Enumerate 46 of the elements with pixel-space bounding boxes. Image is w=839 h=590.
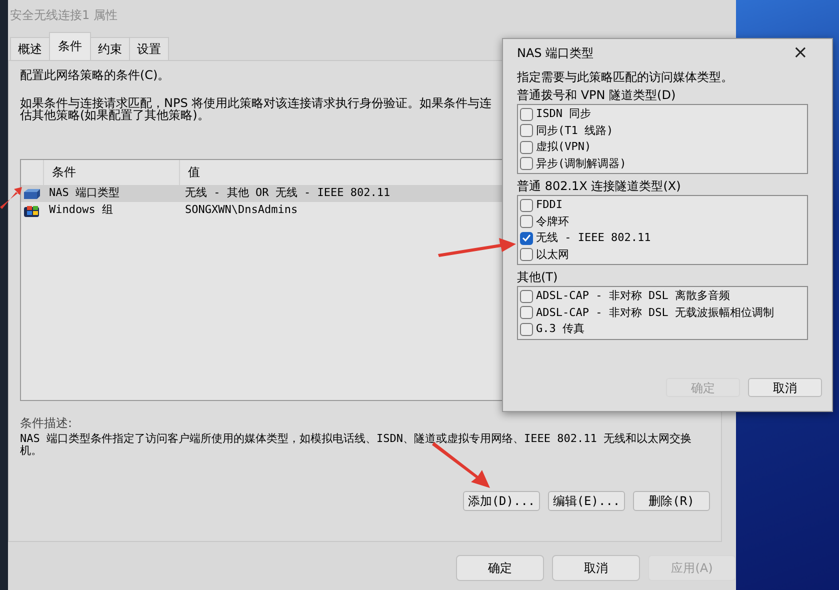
condition-button[interactable]: 删除(R) <box>633 491 710 511</box>
instruction-text: 指定需要与此策略匹配的访问媒体类型。 <box>517 71 733 83</box>
table-cell: SONGXWN\DnsAdmins <box>185 203 298 216</box>
table-cell: 无线 - 其他 OR 无线 - IEEE 802.11 <box>185 186 390 200</box>
checkbox[interactable] <box>520 157 533 170</box>
checkbox-label[interactable]: ISDN 同步 <box>536 106 592 122</box>
checkbox[interactable] <box>520 322 533 336</box>
dialog-title: NAS 端口类型 <box>517 45 594 62</box>
description-label: 条件描述: <box>20 417 72 429</box>
checkbox-label[interactable]: 以太网 <box>536 246 569 263</box>
group-label: 普通拨号和 VPN 隧道类型(D) <box>517 89 676 101</box>
window-title: 安全无线连接1 属性 <box>10 8 118 22</box>
group-label: 其他(T) <box>517 271 558 283</box>
checkbox-label[interactable]: 虚拟(VPN) <box>536 139 592 156</box>
windows-group-icon <box>23 204 41 218</box>
tab[interactable]: 条件 <box>49 32 91 60</box>
network-device-icon <box>23 188 41 200</box>
close-button[interactable]: × <box>792 44 808 62</box>
table-cell-text: NAS 端口类型 <box>48 185 120 202</box>
heading-text: 配置此网络策略的条件(C)。 <box>20 69 170 81</box>
checkbox[interactable] <box>520 140 533 154</box>
tab[interactable]: 概述 <box>10 37 50 60</box>
checkbox[interactable] <box>520 124 533 138</box>
condition-button[interactable]: 添加(D)... <box>463 491 540 511</box>
checkbox[interactable] <box>520 108 533 121</box>
checkbox[interactable] <box>520 290 533 303</box>
checkbox-label[interactable]: G.3 传真 <box>536 321 584 338</box>
tab[interactable]: 约束 <box>90 37 130 60</box>
dialog-button[interactable]: 取消 <box>748 378 822 397</box>
checkbox[interactable] <box>520 306 533 320</box>
dialog-button[interactable]: 取消 <box>552 555 640 581</box>
checkbox-label[interactable]: 同步(T1 线路) <box>536 122 614 139</box>
description-text: NAS 端口类型条件指定了访问客户端所使用的媒体类型，如模拟电话线、ISDN、隧道或虚拟专用网络、IEEE 802.11 无线和以太网交换机。 <box>20 433 692 457</box>
checkbox-label[interactable]: 无线 - IEEE 802.11 <box>536 230 651 246</box>
checkbox[interactable] <box>520 198 533 212</box>
intro-text: 如果条件与连接请求匹配，NPS 将使用此策略对该连接请求执行身份验证。如果条件与连 <box>20 97 492 109</box>
checkbox[interactable] <box>520 248 533 262</box>
checkbox-label[interactable]: 令牌环 <box>536 214 569 230</box>
table-cell-text: Windows 组 <box>48 202 114 218</box>
checkbox[interactable] <box>520 232 533 245</box>
tab[interactable]: 设置 <box>129 37 169 60</box>
condition-button[interactable]: 编辑(E)... <box>548 491 625 511</box>
annotation-arrow <box>0 185 22 211</box>
checkbox[interactable] <box>520 215 533 228</box>
dialog-button[interactable]: 确定 <box>456 555 544 581</box>
intro-text: 估其他策略(如果配置了其他策略)。 <box>20 109 210 121</box>
